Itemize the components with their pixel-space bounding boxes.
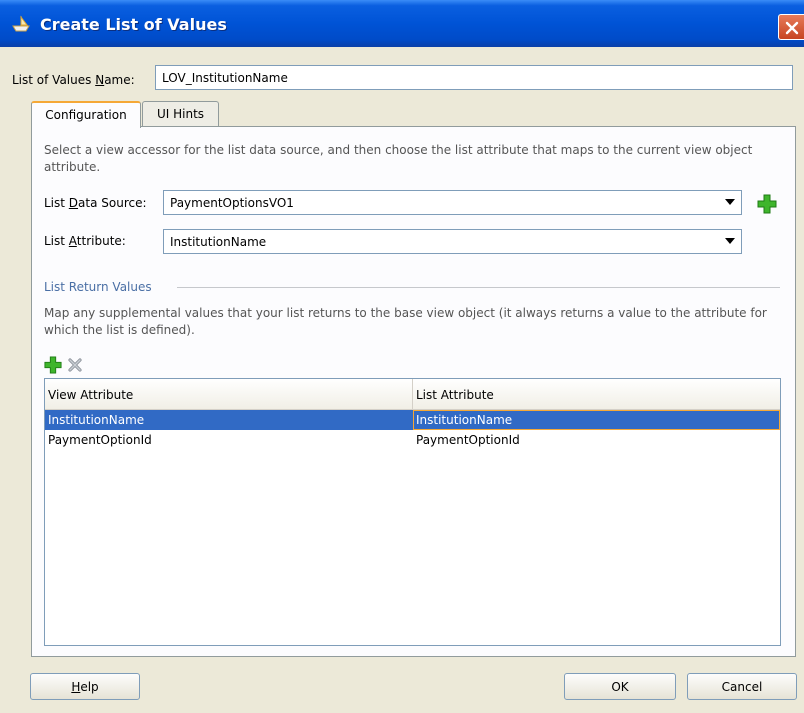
title-bar[interactable]: Create List of Values [0,0,804,47]
table-row[interactable]: PaymentOptionId PaymentOptionId [45,430,780,450]
close-button[interactable] [778,14,804,40]
lov-name-label: List of Values Name: [12,73,135,87]
configuration-description: Select a view accessor for the list data… [44,143,753,174]
table-row[interactable]: InstitutionName InstitutionName [45,410,780,430]
tab-configuration[interactable]: Configuration [31,101,141,128]
dialog-title: Create List of Values [40,15,227,34]
cancel-button[interactable]: Cancel [687,673,797,700]
list-attribute-value: InstitutionName [170,235,267,249]
return-values-table: View Attribute List Attribute Institutio… [44,378,781,646]
return-values-description: Map any supplemental values that your li… [44,306,767,337]
list-attribute-select[interactable]: InstitutionName [163,229,742,254]
add-icon[interactable] [757,194,777,217]
column-header-view-attribute[interactable]: View Attribute [45,379,413,410]
column-header-list-attribute[interactable]: List Attribute [413,379,780,410]
lov-name-input[interactable]: LOV_InstitutionName [155,65,793,90]
data-source-value: PaymentOptionsVO1 [170,196,294,210]
return-values-section-title: List Return Values [44,280,152,294]
help-button[interactable]: Help [30,673,140,700]
chevron-down-icon [725,238,735,244]
create-lov-dialog: Create List of Values List of Values Nam… [0,0,804,713]
data-source-label: List Data Source: [44,196,147,210]
ok-button[interactable]: OK [564,673,676,700]
list-attribute-label: List Attribute: [44,234,126,248]
close-icon [785,21,799,35]
view-attribute-cell[interactable]: PaymentOptionId [45,430,413,450]
list-attribute-cell[interactable]: PaymentOptionId [413,430,780,450]
add-icon[interactable] [44,356,62,377]
list-attribute-cell[interactable]: InstitutionName [413,410,780,430]
chevron-down-icon [725,199,735,205]
ship-icon [10,14,32,34]
data-source-select[interactable]: PaymentOptionsVO1 [163,190,742,215]
section-divider [177,287,780,288]
tab-ui-hints[interactable]: UI Hints [142,101,219,127]
view-attribute-cell[interactable]: InstitutionName [45,410,413,430]
remove-icon[interactable] [67,357,83,376]
